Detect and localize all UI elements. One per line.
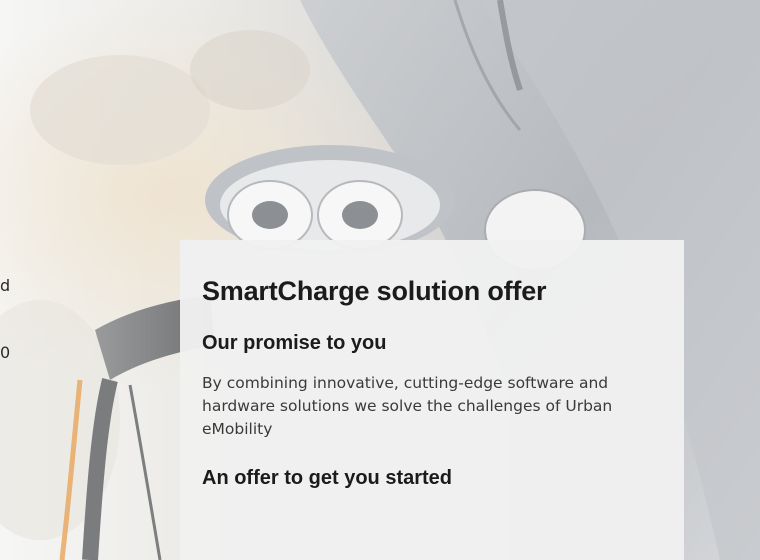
promise-description: By combining innovative, cutting-edge so…	[202, 374, 613, 438]
solution-offer-card: SmartCharge solution offer Our promise t…	[180, 240, 684, 560]
promise-heading: Our promise to you	[202, 332, 387, 354]
offer-title: SmartCharge solution offer	[202, 276, 547, 306]
clipped-text-fragment: d	[0, 276, 11, 295]
clipped-text-fragment: 0	[0, 343, 11, 362]
started-offer-heading: An offer to get you started	[202, 467, 453, 489]
